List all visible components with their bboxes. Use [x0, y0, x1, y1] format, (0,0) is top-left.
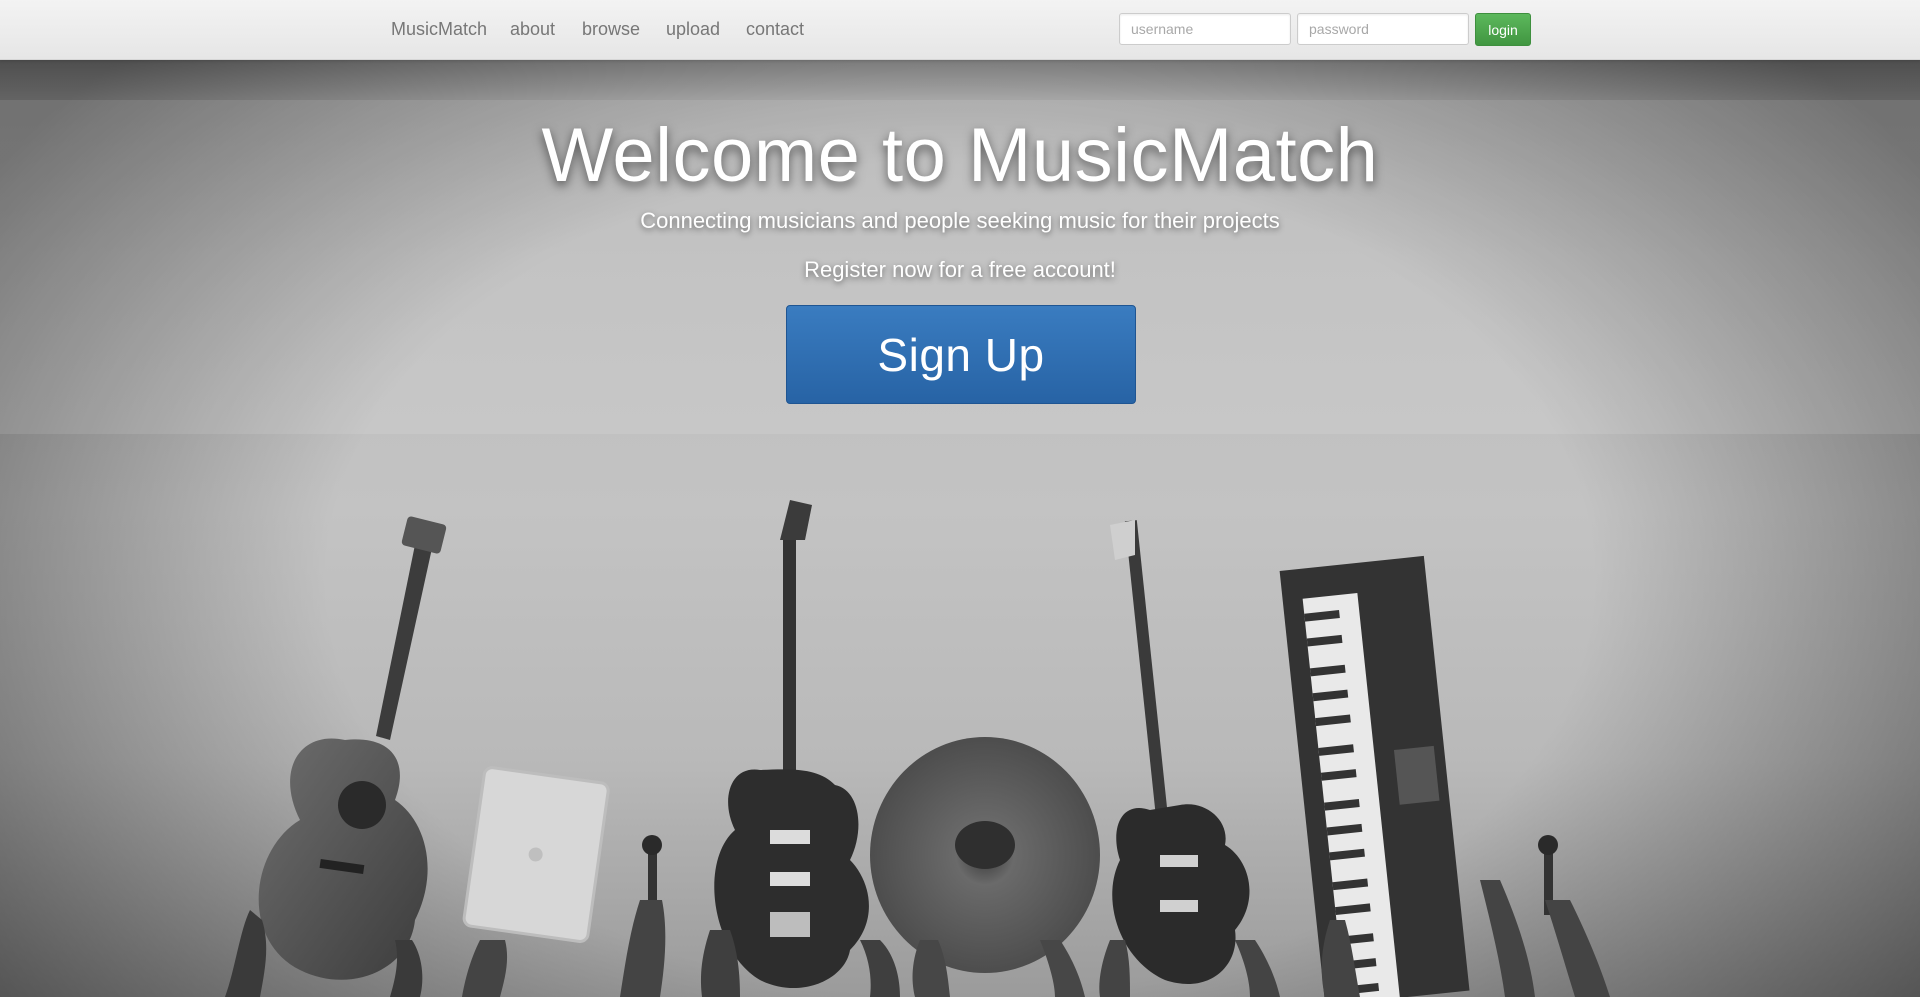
keyboard-icon [1279, 555, 1470, 997]
sign-up-button[interactable]: Sign Up [786, 305, 1136, 404]
bass-guitar-icon [1110, 520, 1250, 984]
brand-link[interactable]: MusicMatch [391, 19, 487, 40]
hand-icon [462, 940, 508, 997]
hand-icon [1099, 940, 1130, 997]
electric-guitar-icon [714, 500, 869, 989]
password-input[interactable] [1297, 13, 1469, 45]
instruments-image [225, 500, 1610, 997]
hand-icon [860, 940, 900, 997]
hand-icon [1545, 900, 1610, 997]
acoustic-guitar-icon [258, 516, 447, 980]
register-prompt: Register now for a free account! [804, 257, 1116, 282]
nav-link-about[interactable]: about [510, 19, 555, 40]
nav-link-upload[interactable]: upload [666, 19, 720, 40]
username-input[interactable] [1119, 13, 1291, 45]
hand-icon [620, 900, 666, 997]
hand-icon [1040, 940, 1085, 997]
hero-title: Welcome to MusicMatch [541, 113, 1379, 198]
hand-icon [1480, 880, 1535, 997]
cymbal-icon [870, 737, 1100, 973]
hand-icon [225, 910, 267, 997]
top-navbar: MusicMatch about browse upload contact l… [0, 0, 1920, 60]
nav-link-contact[interactable]: contact [746, 19, 804, 40]
nav-link-browse[interactable]: browse [582, 19, 640, 40]
login-button[interactable]: login [1475, 13, 1531, 46]
tablet-icon [462, 766, 610, 943]
hand-icon [1235, 940, 1280, 997]
hero-subtitle: Connecting musicians and people seeking … [640, 208, 1280, 233]
